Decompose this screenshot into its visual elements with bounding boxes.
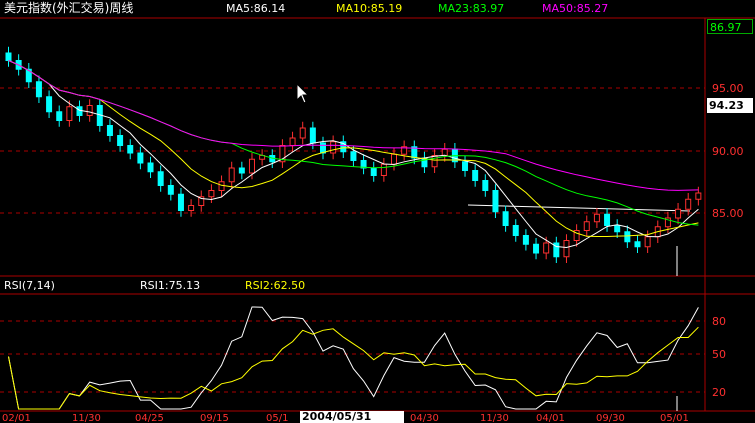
candle-body: [604, 213, 611, 226]
candle-body: [147, 162, 154, 173]
candle-body: [522, 235, 529, 245]
candle-body: [157, 171, 164, 186]
candle-body: [289, 137, 296, 146]
candle-body: [56, 111, 63, 121]
candle-body: [380, 163, 387, 176]
candle-body: [248, 158, 255, 174]
candle-body: [675, 208, 682, 219]
candle-body: [319, 142, 326, 154]
trend-line[interactable]: [467, 204, 691, 212]
candle-body: [512, 225, 519, 236]
chart-window[interactable]: 美元指数(外汇交易)周线 MA5:86.14 MA10:85.19 MA23:8…: [0, 0, 755, 423]
date-label-5: 04/30: [410, 413, 439, 423]
candle-body: [137, 152, 144, 164]
date-label-3: 09/15: [200, 413, 229, 423]
candle-body: [228, 167, 235, 183]
candle-body: [533, 243, 540, 254]
candle-body: [350, 151, 357, 161]
date-label-9: 05/01: [660, 413, 689, 423]
candle-body: [431, 155, 438, 168]
candle-body: [5, 52, 12, 61]
candle-body: [695, 192, 702, 200]
candle-body: [391, 153, 398, 165]
candle-body: [614, 225, 621, 233]
candle-body: [583, 221, 590, 231]
rsi1-line: [8, 306, 699, 410]
candle-body: [634, 241, 641, 248]
candle-body: [624, 231, 631, 243]
candle-body: [330, 141, 337, 154]
candle-body: [644, 236, 651, 248]
date-label-2: 04/25: [135, 413, 164, 423]
rsi-label-80: 80: [712, 315, 726, 328]
date-label-1: 11/30: [72, 413, 101, 423]
candle-body: [482, 180, 489, 191]
highlighted-date: 2004/05/31: [300, 411, 404, 423]
candle-body: [462, 161, 469, 171]
candle-body: [218, 181, 225, 191]
candle-body: [543, 242, 550, 254]
candle-body: [370, 167, 377, 176]
rsi-label-50: 50: [712, 348, 726, 361]
candle-body: [441, 148, 448, 156]
candle-body: [502, 211, 509, 226]
candle-body: [86, 105, 93, 116]
date-label-4: 05/1: [266, 413, 288, 423]
price-label-95: 95.00: [712, 82, 744, 95]
candles-group: [5, 46, 702, 263]
candle-body: [35, 81, 42, 98]
candle-body: [593, 213, 600, 223]
date-label-7: 04/01: [536, 413, 565, 423]
candle-body: [127, 145, 134, 154]
date-label-0: 02/01: [2, 413, 31, 423]
candle-body: [177, 193, 184, 211]
date-label-6: 11/30: [480, 413, 509, 423]
candle-body: [563, 240, 570, 258]
candle-body: [66, 106, 73, 121]
mouse-pointer-icon: [296, 82, 310, 104]
date-label-8: 09/30: [596, 413, 625, 423]
candle-body: [76, 106, 83, 116]
candle-body: [299, 127, 306, 139]
candle-body: [167, 185, 174, 195]
ma23-line: [8, 60, 699, 226]
candle-body: [309, 127, 316, 144]
rsi-label-20: 20: [712, 386, 726, 399]
candle-body: [492, 190, 499, 213]
candle-body: [238, 167, 245, 174]
candle-body: [46, 96, 53, 113]
price-label-90: 90.00: [712, 145, 744, 158]
candle-body: [106, 125, 113, 136]
price-label-85: 85.00: [712, 207, 744, 220]
candle-body: [472, 170, 479, 181]
chart-canvas[interactable]: 95.00 90.00 85.00 80 50 20 02/01 11/30 0…: [0, 0, 755, 423]
candle-body: [685, 198, 692, 210]
candle-body: [188, 205, 195, 211]
candle-body: [117, 135, 124, 146]
rsi-lines-group: [8, 306, 699, 410]
candle-body: [208, 190, 215, 198]
